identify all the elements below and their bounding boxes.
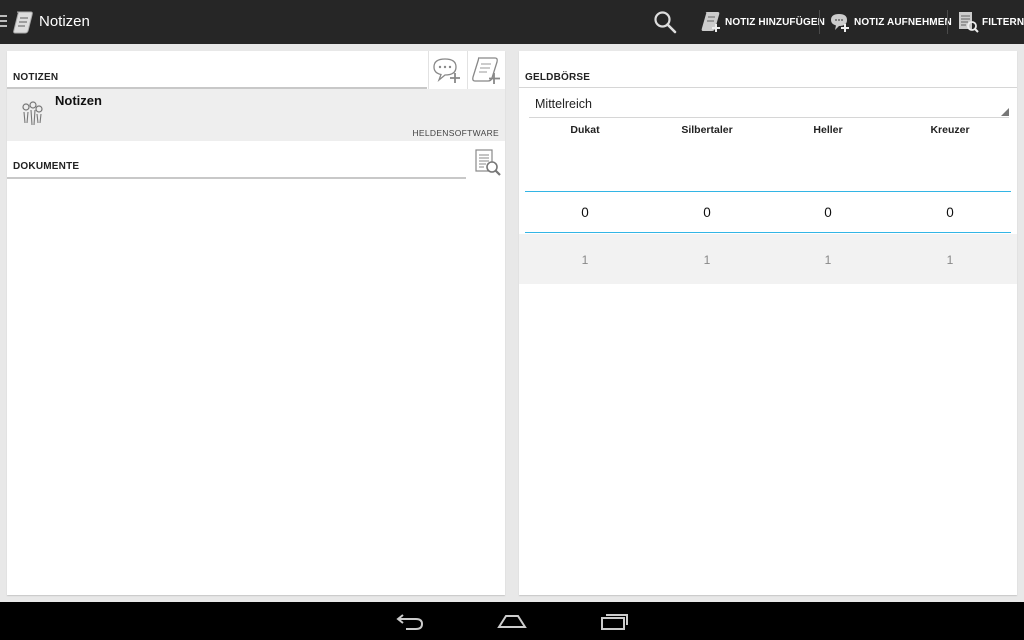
note-title: Notizen <box>55 93 102 108</box>
currency-rate: 1 <box>946 253 954 267</box>
currency-column-header: Heller <box>813 124 843 136</box>
documents-header: DOKUMENTE <box>13 161 80 172</box>
scroll-add-icon <box>472 57 500 84</box>
amount-row-top-line <box>525 191 1011 192</box>
region-selected-value: Mittelreich <box>535 97 592 111</box>
wallet-panel: GELDBÖRSE Mittelreich Dukat Silbertaler … <box>519 51 1017 595</box>
app-title: Notizen <box>39 13 90 30</box>
action-divider <box>819 10 820 34</box>
currency-amount-field[interactable]: 0 <box>768 205 888 220</box>
recent-apps-icon[interactable] <box>598 610 630 632</box>
currency-column-header: Kreuzer <box>930 124 970 136</box>
list-item[interactable]: Notizen HELDENSOFTWARE <box>7 89 505 141</box>
currency-column-header: Silbertaler <box>681 124 733 136</box>
add-note-icon-button[interactable] <box>467 51 504 90</box>
currency-rate: 1 <box>581 253 589 267</box>
speech-bubble-add-icon <box>433 58 460 83</box>
scroll-add-icon <box>701 12 720 32</box>
search-icon[interactable] <box>652 9 678 35</box>
heroes-icon <box>22 101 43 126</box>
amount-row-bottom-line <box>525 232 1011 233</box>
notes-panel: NOTIZEN Notizen HELDENSOFTWARE DOKUMENTE <box>7 51 505 595</box>
filter-label: FILTERN <box>982 16 1024 28</box>
currency-column-header: Dukat <box>570 124 600 136</box>
wallet-header-line <box>519 87 1017 88</box>
wallet-header: GELDBÖRSE <box>525 72 591 83</box>
list-search-icon <box>959 12 979 33</box>
add-note-label: NOTIZ HINZUFÜGEN <box>725 16 825 28</box>
system-navigation-bar <box>0 602 1024 640</box>
speech-bubble-add-icon <box>831 14 849 32</box>
filter-documents-button[interactable] <box>469 143 505 181</box>
record-note-icon-button[interactable] <box>428 51 465 90</box>
back-icon[interactable] <box>394 610 426 632</box>
currency-amount-field[interactable]: 0 <box>647 205 767 220</box>
currency-amount-field[interactable]: 0 <box>890 205 1010 220</box>
currency-rate: 1 <box>824 253 832 267</box>
record-note-button[interactable]: NOTIZ AUFNEHMEN <box>829 0 952 44</box>
currency-rate: 1 <box>703 253 711 267</box>
filter-button[interactable]: FILTERN <box>957 0 1024 44</box>
add-note-button[interactable]: NOTIZ HINZUFÜGEN <box>700 0 825 44</box>
note-author: HELDENSOFTWARE <box>412 128 499 138</box>
action-bar: Notizen NOTIZ HINZUFÜGEN NOTIZ AUFNEHMEN… <box>0 0 1024 44</box>
notes-header: NOTIZEN <box>13 72 59 83</box>
region-spinner[interactable]: Mittelreich <box>529 95 1009 118</box>
scroll-icon[interactable] <box>12 9 34 35</box>
record-note-label: NOTIZ AUFNEHMEN <box>854 16 952 28</box>
up-indicator-icon[interactable] <box>0 15 8 29</box>
spinner-caret-icon <box>1001 108 1009 116</box>
exchange-rate-row: 1 1 1 1 <box>519 234 1017 284</box>
currency-amount-field[interactable]: 0 <box>525 205 645 220</box>
home-icon[interactable] <box>496 610 528 632</box>
list-search-icon <box>475 149 501 176</box>
documents-header-line <box>7 177 466 179</box>
action-divider <box>947 10 948 34</box>
